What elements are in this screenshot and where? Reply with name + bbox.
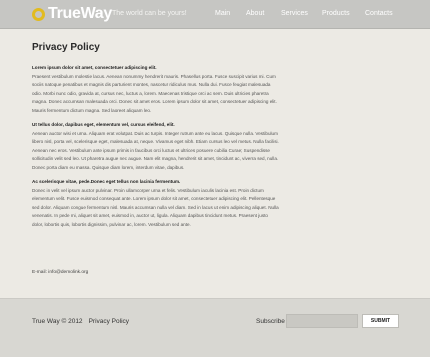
copyright-text: True Way © 2012 [32,318,83,325]
paragraph-lead: Lorem ipsum dolor sit amet, consectetuer… [32,65,157,70]
page-title-bold: Policy [70,42,100,53]
page-title: Privacy Policy [32,42,100,53]
paragraph-line: Donec in velit vel ipsum auctor pulvinar… [32,187,264,193]
site-footer: True Way © 2012 Privacy Policy Subscribe … [0,298,430,357]
paragraph-lead: Ac scelerisque vitae, pede.Donec eget te… [32,179,181,184]
page-title-normal: Privacy [32,42,71,53]
site-header: TrueWay The world can be yours! Main Abo… [0,0,430,29]
paragraph-line: sed dolor. Aliquam congue fermentum nisl… [32,204,279,210]
paragraph-line: libero nisl, porta vel, scelerisque eget… [32,139,279,144]
nav-item-contacts[interactable]: Contacts [365,10,393,17]
privacy-policy-link[interactable]: Privacy Policy [89,318,129,325]
main-nav: Main About Services Products Contacts [0,10,430,20]
paragraph-line: Mauris fermentum dictum magna. Sed laore… [32,107,152,113]
nav-item-products[interactable]: Products [322,10,350,17]
submit-button[interactable]: SUBMIT [362,314,399,328]
paragraph-line: odio. Morbi nunc odio, gravida at, cursu… [32,90,269,96]
paragraph-line: Praesent vestibulum molestie lacus. Aene… [32,73,276,79]
paragraph-line: dolor, lobortis quis, lobortis dignissim… [32,221,191,227]
paragraph-line: magna. Donec accumsan malesuada orci. Do… [32,99,277,104]
contact-email[interactable]: E-mail: info@demolink.org [32,270,88,275]
copyright: True Way © 2012 Privacy Policy [32,318,129,325]
paragraph-lead: Ut tellus dolor, dapibus eget, elementum… [32,122,175,127]
nav-item-main[interactable]: Main [215,10,230,17]
policy-paragraph-2: Ut tellus dolor, dapibus eget, elementum… [32,121,398,172]
subscribe-label: Subscribe [256,318,285,325]
paragraph-line: Donec porta diam eu massa. Quisque diam … [32,164,185,170]
nav-item-services[interactable]: Services [281,10,308,17]
policy-paragraph-1: Lorem ipsum dolor sit amet, consectetuer… [32,64,398,115]
paragraph-line: elementum velit. Fusce euismod consequat… [32,196,276,201]
nav-item-about[interactable]: About [246,10,264,17]
policy-content: Lorem ipsum dolor sit amet, consectetuer… [32,64,398,235]
paragraph-line: sollicitudin velit sed leo. Ut pharetra … [32,156,279,161]
policy-paragraph-3: Ac scelerisque vitae, pede.Donec eget te… [32,178,398,229]
paragraph-line: Aenean auctor wisi et urna. Aliquam erat… [32,130,278,136]
paragraph-line: sociis natoque penatibus et magnis dis p… [32,82,271,87]
paragraph-line: venenatis. In pede mi, aliquet sit amet,… [32,213,268,218]
subscribe-input[interactable] [286,314,358,328]
paragraph-line: Aenean nec eros. Vestibulum ante ipsum p… [32,147,270,153]
